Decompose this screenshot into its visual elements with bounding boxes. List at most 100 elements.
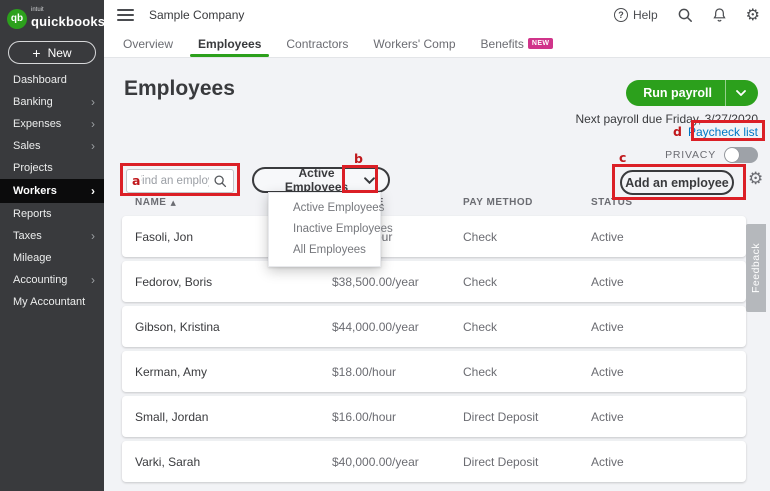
employee-pay-method: Check — [463, 365, 591, 379]
find-employee-search-input[interactable] — [126, 169, 234, 193]
annotation-letter-b: b — [354, 151, 363, 166]
employee-row[interactable]: Small, Jordan $16.00/hour Direct Deposit… — [122, 396, 746, 437]
employee-status: Active — [591, 320, 746, 334]
sidebar-item[interactable]: Taxes › — [0, 225, 104, 247]
employee-filter-dropdown[interactable]: Active Employees — [252, 167, 390, 193]
employee-name: Varki, Sarah — [122, 455, 332, 469]
notifications-bell-icon[interactable] — [712, 7, 727, 23]
sidebar-item-label: Reports — [13, 208, 52, 220]
section-tabs: Overview Employees Contractors Workers' … — [104, 30, 770, 58]
sidebar-item[interactable]: Projects › — [0, 157, 104, 179]
chevron-right-icon: › — [91, 230, 95, 242]
employee-row[interactable]: Kerman, Amy $18.00/hour Check Active — [122, 351, 746, 392]
employee-pay-method: Check — [463, 230, 591, 244]
employee-pay-rate: $44,000.00/year — [332, 320, 463, 334]
sidebar-item-label: Projects — [13, 162, 53, 174]
search-icon[interactable] — [677, 7, 693, 23]
sidebar-item[interactable]: My Accountant › — [0, 291, 104, 313]
next-payroll-due-text: Next payroll due Friday, 3/27/2020 — [575, 112, 758, 126]
sidebar-item-label: Mileage — [13, 252, 52, 264]
privacy-label: PRIVACY — [665, 149, 716, 161]
privacy-toggle[interactable] — [724, 147, 758, 163]
chevron-right-icon: › — [91, 274, 95, 286]
employee-status: Active — [591, 275, 746, 289]
tab[interactable]: Contractors — [286, 30, 348, 57]
company-name: Sample Company — [149, 8, 244, 22]
employee-pay-method: Direct Deposit — [463, 455, 591, 469]
tab-label: Employees — [198, 37, 261, 51]
employee-status: Active — [591, 365, 746, 379]
sidebar-item-label: Expenses — [13, 118, 61, 130]
column-header-pay-method: PAY METHOD — [463, 197, 591, 208]
help-label: Help — [633, 8, 658, 22]
settings-gear-icon[interactable]: ⚙ — [746, 7, 760, 23]
sidebar-item-label: My Accountant — [13, 296, 85, 308]
employee-table: Fasoli, Jon /hour Check Active Fedorov, … — [122, 216, 746, 486]
new-button[interactable]: + New — [8, 41, 96, 64]
main-content: Employees Run payroll Next payroll due F… — [104, 58, 770, 491]
employee-status: Active — [591, 410, 746, 424]
sidebar-item-label: Taxes — [13, 230, 42, 242]
help-button[interactable]: ? Help — [614, 8, 658, 22]
tab-label: Benefits — [481, 37, 524, 51]
sidebar-item[interactable]: Banking › — [0, 91, 104, 113]
paycheck-list-link[interactable]: Paycheck list — [688, 125, 758, 139]
annotation-letter-c: c — [619, 150, 626, 165]
employee-row[interactable]: Varki, Sarah $40,000.00/year Direct Depo… — [122, 441, 746, 482]
chevron-right-icon: › — [91, 118, 95, 130]
employee-pay-rate: $38,500.00/year — [332, 275, 463, 289]
hamburger-menu-icon[interactable] — [117, 6, 134, 24]
chevron-down-icon[interactable] — [364, 177, 388, 184]
filter-option[interactable]: Active Employees — [269, 197, 380, 218]
topbar: Sample Company ? Help ⚙ — [104, 0, 770, 30]
employee-name: Gibson, Kristina — [122, 320, 332, 334]
filter-option[interactable]: All Employees — [269, 239, 380, 260]
tab[interactable]: Benefits NEW — [481, 30, 554, 57]
filter-option-label: Active Employees — [293, 202, 384, 214]
add-an-employee-button[interactable]: Add an employee — [620, 170, 734, 195]
intuit-wordmark: intuit — [31, 7, 105, 13]
employee-pay-rate: $16.00/hour — [332, 410, 463, 424]
help-icon: ? — [614, 8, 628, 22]
employee-row[interactable]: Fedorov, Boris $38,500.00/year Check Act… — [122, 261, 746, 302]
annotation-letter-a: a — [131, 173, 141, 188]
page-title: Employees — [124, 77, 235, 101]
sidebar-item-label: Dashboard — [13, 74, 67, 86]
feedback-tab[interactable]: Feedback — [746, 224, 766, 312]
quickbooks-logo-icon: qb — [7, 9, 27, 29]
tab-label: Overview — [123, 37, 173, 51]
employee-row[interactable]: Gibson, Kristina $44,000.00/year Check A… — [122, 306, 746, 347]
tab[interactable]: Workers' Comp — [373, 30, 455, 57]
tab[interactable]: Employees — [198, 30, 261, 57]
table-settings-gear-icon[interactable]: ⚙ — [748, 171, 763, 188]
run-payroll-button[interactable]: Run payroll — [626, 80, 758, 106]
toggle-knob — [725, 148, 739, 162]
quickbooks-wordmark: quickbooks — [31, 14, 105, 29]
tab[interactable]: Overview — [123, 30, 173, 57]
employee-pay-rate: $40,000.00/year — [332, 455, 463, 469]
plus-icon: + — [32, 46, 40, 60]
chevron-right-icon: › — [91, 96, 95, 108]
privacy-toggle-row: PRIVACY — [665, 147, 758, 163]
employee-name: Fedorov, Boris — [122, 275, 332, 289]
sidebar-item[interactable]: Mileage › — [0, 247, 104, 269]
sidebar-item[interactable]: Workers › — [0, 179, 104, 203]
filter-option-label: All Employees — [293, 244, 366, 256]
sidebar-item[interactable]: Reports › — [0, 203, 104, 225]
employee-pay-method: Check — [463, 275, 591, 289]
new-badge: NEW — [528, 38, 554, 49]
sidebar-item-label: Workers — [13, 185, 57, 197]
tab-label: Contractors — [286, 37, 348, 51]
tab-label: Workers' Comp — [373, 37, 455, 51]
sort-ascending-icon: ▲ — [170, 199, 176, 207]
chevron-down-icon[interactable] — [726, 90, 758, 96]
employee-row[interactable]: Fasoli, Jon /hour Check Active — [122, 216, 746, 257]
sidebar-item[interactable]: Accounting › — [0, 269, 104, 291]
sidebar-item[interactable]: Dashboard › — [0, 69, 104, 91]
new-button-label: New — [48, 46, 72, 60]
chevron-right-icon: › — [91, 185, 95, 197]
sidebar-item[interactable]: Expenses › — [0, 113, 104, 135]
filter-option-label: Inactive Employees — [293, 223, 393, 235]
filter-option[interactable]: Inactive Employees — [269, 218, 380, 239]
sidebar-item[interactable]: Sales › — [0, 135, 104, 157]
